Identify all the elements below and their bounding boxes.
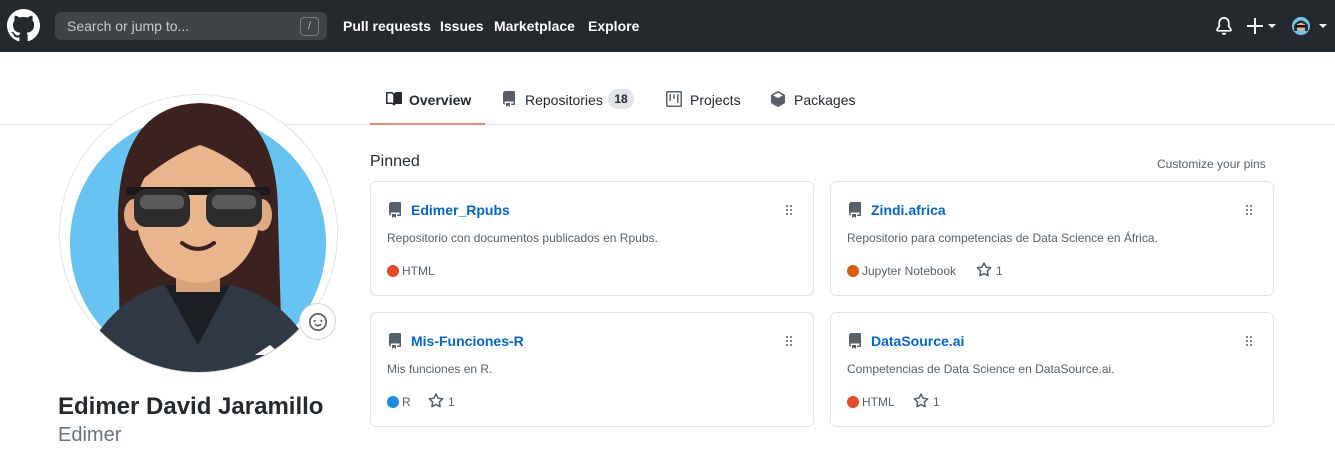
repo-language: Jupyter Notebook [862,264,957,278]
star-icon[interactable] [428,393,444,409]
repo-description: Mis funciones en R. [387,362,493,376]
star-icon[interactable] [913,393,929,409]
repo-icon [389,333,401,349]
pinned-repo-card: DataSource.ai Competencias de Data Scien… [830,312,1274,427]
star-icon[interactable] [976,262,992,278]
book-icon [386,91,402,106]
drag-handle-icon[interactable] [785,335,793,347]
repo-icon [849,202,861,218]
bell-icon[interactable] [1215,17,1233,35]
star-count: 1 [448,395,455,409]
repo-name-link[interactable]: Edimer_Rpubs [411,201,510,219]
tab-packages[interactable]: Packages [770,89,865,125]
language-color-dot [387,396,399,408]
pinned-title: Pinned [370,153,420,170]
github-logo-icon[interactable] [7,9,40,42]
create-new-dropdown-icon[interactable] [1247,16,1277,36]
repo-name-link[interactable]: DataSource.ai [871,332,964,350]
tab-packages-label: Packages [794,92,856,108]
package-icon [771,91,785,107]
language-color-dot [847,396,859,408]
set-status-button[interactable] [299,303,336,340]
star-count: 1 [933,395,940,409]
profile-username: Edimer [58,424,122,446]
language-color-dot [847,265,859,277]
tab-repositories-label: Repositories [525,92,603,108]
repo-language: R [402,395,411,409]
repo-language: HTML [862,395,895,409]
nav-pull-requests[interactable]: Pull requests [343,17,431,35]
search-input[interactable]: Search or jump to... / [55,12,327,40]
tab-overview-label: Overview [409,92,472,108]
pinned-repo-card: Edimer_Rpubs Repositorio con documentos … [370,181,814,296]
pinned-repo-card: Zindi.africa Repositorio para competenci… [830,181,1274,296]
drag-handle-icon[interactable] [1245,204,1253,216]
repo-icon [849,333,861,349]
avatar-illustration [70,103,326,372]
star-count: 1 [996,264,1003,278]
tab-projects-label: Projects [690,92,741,108]
drag-handle-icon[interactable] [785,204,793,216]
search-placeholder: Search or jump to... [67,18,190,34]
customize-pins-link[interactable]: Customize your pins [1157,156,1266,172]
language-color-dot [387,265,399,277]
profile-avatar[interactable] [59,94,338,373]
nav-marketplace[interactable]: Marketplace [494,17,575,35]
profile-full-name: Edimer David Jaramillo [58,393,324,420]
repositories-count-badge: 18 [608,89,634,109]
drag-handle-icon[interactable] [1245,335,1253,347]
repo-language: HTML [402,264,435,278]
repo-description: Competencias de Data Science en DataSour… [847,362,1115,376]
slash-shortcut-badge: / [300,17,319,36]
repo-icon [503,91,515,107]
repo-description: Repositorio para competencias de Data Sc… [847,231,1158,245]
repo-name-link[interactable]: Zindi.africa [871,201,946,219]
tab-overview[interactable]: Overview [370,89,485,125]
pinned-repo-card: Mis-Funciones-R Mis funciones en R. R 1 [370,312,814,427]
tab-projects[interactable]: Projects [666,89,756,125]
smiley-icon [309,313,327,331]
project-icon [666,91,682,107]
nav-issues[interactable]: Issues [440,17,484,35]
user-menu-avatar-icon[interactable] [1291,16,1327,36]
global-header: Search or jump to... / Pull requests Iss… [0,0,1335,52]
repo-description: Repositorio con documentos publicados en… [387,231,658,245]
repo-icon [389,202,401,218]
nav-explore[interactable]: Explore [588,17,639,35]
repo-name-link[interactable]: Mis-Funciones-R [411,332,524,350]
